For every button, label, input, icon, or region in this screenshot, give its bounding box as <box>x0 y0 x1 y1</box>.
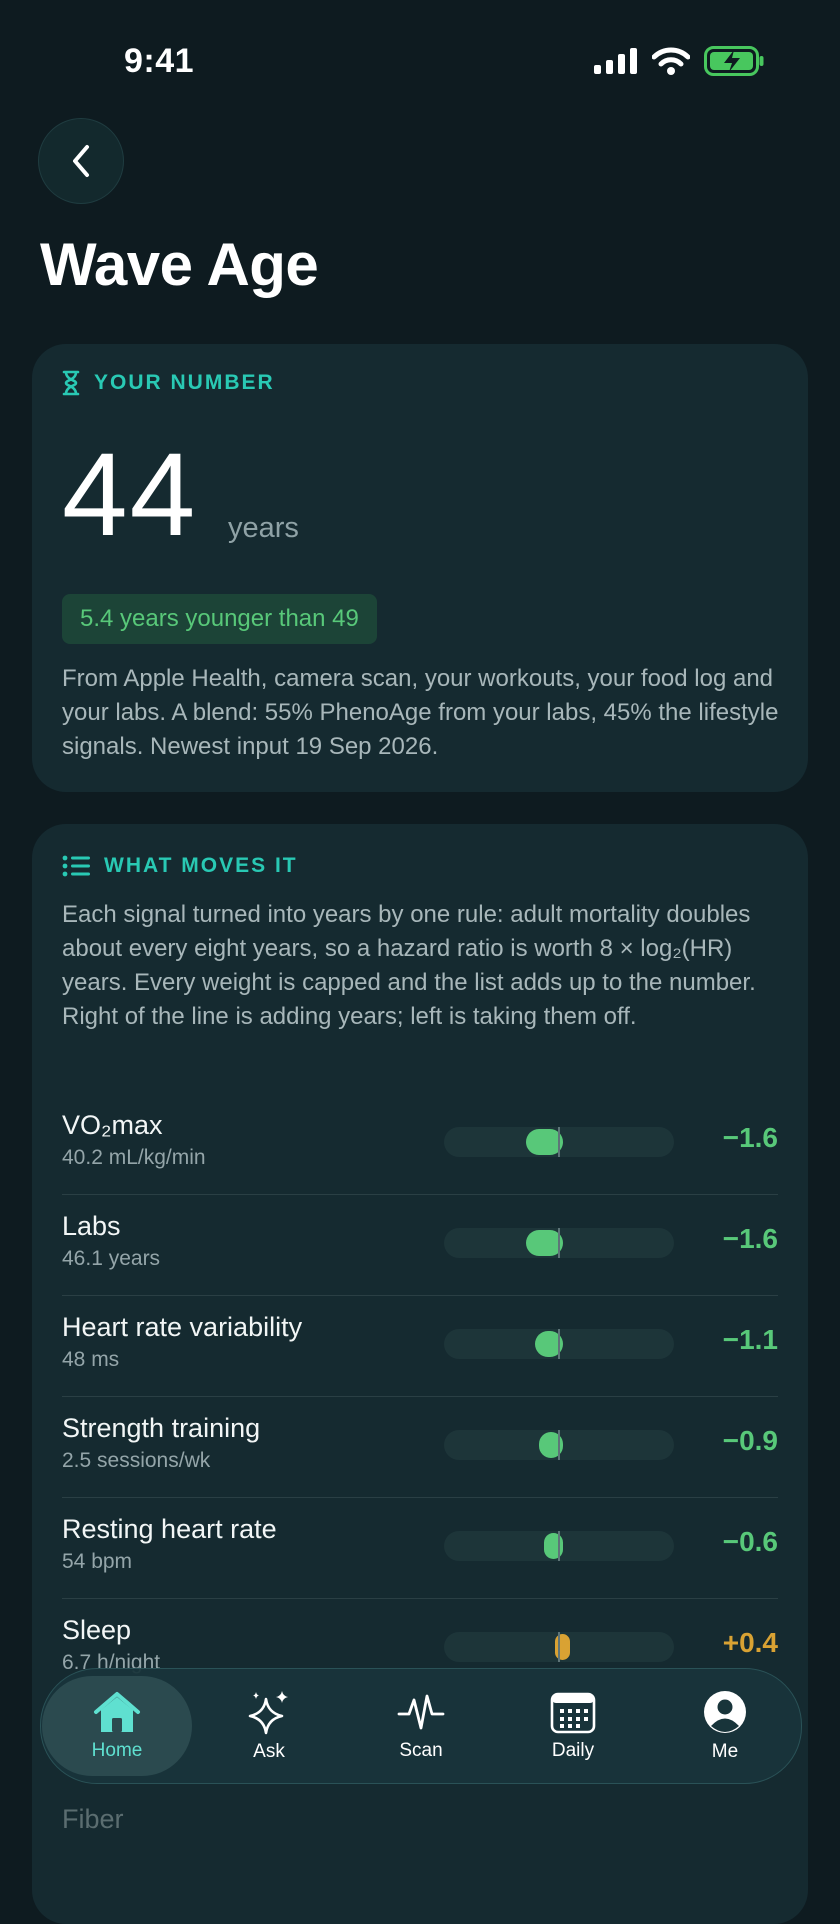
signal-bar-center-line <box>558 1329 560 1359</box>
tab-label-home: Home <box>91 1740 143 1761</box>
signal-bar-fill <box>544 1533 563 1559</box>
your-number-label: YOUR NUMBER <box>94 371 275 394</box>
tab-ask[interactable]: Ask <box>194 1676 344 1776</box>
signal-bar-track <box>444 1632 674 1662</box>
tab-home[interactable]: Home <box>42 1676 192 1776</box>
wifi-icon <box>652 47 690 75</box>
signal-name: VO₂max <box>62 1110 163 1140</box>
home-icon <box>94 1692 140 1732</box>
person-icon <box>704 1691 746 1733</box>
signal-bar-center-line <box>558 1430 560 1460</box>
signal-bar-center-line <box>558 1531 560 1561</box>
tab-label-daily: Daily <box>551 1740 595 1761</box>
moves-description: Each signal turned into years by one rul… <box>62 901 756 1030</box>
what-moves-it-header: WHAT MOVES IT <box>62 854 298 878</box>
tab-bar: Home Ask Scan Daily Me <box>40 1668 802 1784</box>
status-bar: 9:41 <box>0 0 840 110</box>
chevron-left-icon <box>73 145 89 177</box>
signal-name: Resting heart rate <box>62 1514 277 1544</box>
signal-row[interactable]: Labs 46.1 years −1.6 <box>62 1195 778 1296</box>
what-moves-it-label: WHAT MOVES IT <box>104 854 298 877</box>
signal-name: Strength training <box>62 1413 261 1443</box>
signal-bar-center-line <box>558 1127 560 1157</box>
hourglass-icon <box>62 370 80 396</box>
signal-bar-track <box>444 1531 674 1561</box>
wave-age-value: 44 <box>62 429 198 561</box>
signal-detail: 54 bpm <box>62 1550 133 1573</box>
status-icons <box>594 46 764 76</box>
signal-row[interactable]: Resting heart rate 54 bpm −0.6 <box>62 1498 778 1599</box>
signal-list: VO₂max 40.2 mL/kg/min −1.6 Labs 46.1 years −1… <box>62 1094 778 1699</box>
signal-name: Sleep <box>62 1615 132 1645</box>
wave-age-unit: years <box>228 512 299 544</box>
signal-detail: 40.2 mL/kg/min <box>62 1146 206 1169</box>
signal-row[interactable]: Strength training 2.5 sessions/wk −0.9 <box>62 1397 778 1498</box>
signal-bar-track <box>444 1127 674 1157</box>
signal-detail: 46.1 years <box>62 1247 161 1270</box>
your-number-header: YOUR NUMBER <box>62 370 275 396</box>
signal-detail: 2.5 sessions/wk <box>62 1449 211 1472</box>
signal-bar-track <box>444 1430 674 1460</box>
signal-row[interactable]: Heart rate variability 48 ms −1.1 <box>62 1296 778 1397</box>
status-time: 9:41 <box>124 42 195 80</box>
signal-icon <box>594 48 637 74</box>
partial-row-label: Fiber <box>62 1804 124 1834</box>
signal-bar-center-line <box>558 1228 560 1258</box>
signal-value: −1.6 <box>722 1223 778 1254</box>
number-description: From Apple Health, camera scan, your wor… <box>62 665 779 760</box>
signal-value: −1.1 <box>722 1324 778 1355</box>
signal-detail: 48 ms <box>62 1348 120 1371</box>
tab-me[interactable]: Me <box>650 1676 800 1776</box>
tab-label-scan: Scan <box>399 1740 443 1761</box>
signal-name: Heart rate variability <box>62 1312 303 1342</box>
list-icon <box>62 855 90 877</box>
tab-label-ask: Ask <box>253 1741 285 1762</box>
battery-icon <box>704 46 764 76</box>
signal-row[interactable]: VO₂max 40.2 mL/kg/min −1.6 <box>62 1094 778 1195</box>
calendar-icon <box>550 1692 596 1734</box>
signal-bar-center-line <box>558 1632 560 1662</box>
page-title: Wave Age <box>40 231 319 298</box>
signal-value: −1.6 <box>722 1122 778 1153</box>
signal-bar-track <box>444 1329 674 1359</box>
signal-value: −0.9 <box>722 1425 778 1456</box>
tab-scan[interactable]: Scan <box>346 1676 496 1776</box>
sparkles-icon <box>248 1691 288 1735</box>
signal-name: Labs <box>62 1211 121 1241</box>
signal-value: +0.4 <box>722 1627 778 1658</box>
pulse-icon <box>397 1694 445 1730</box>
back-button[interactable] <box>38 118 124 204</box>
signal-value: −0.6 <box>722 1526 778 1557</box>
comparison-badge: 5.4 years younger than 49 <box>62 594 377 644</box>
signal-bar-track <box>444 1228 674 1258</box>
tab-daily[interactable]: Daily <box>498 1676 648 1776</box>
your-number-card: YOUR NUMBER 44 years 5.4 years younger t… <box>32 344 808 792</box>
tab-label-me: Me <box>711 1741 739 1762</box>
